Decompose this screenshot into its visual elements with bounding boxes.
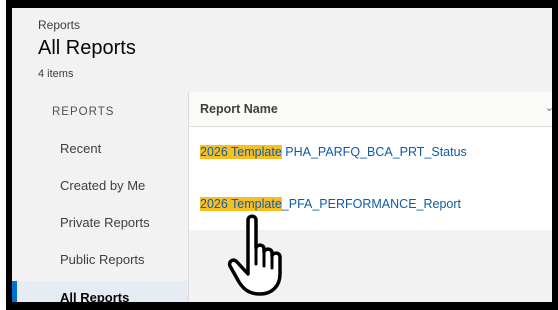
- report-name-rest: _PFA_PERFORMANCE_Report: [281, 197, 462, 211]
- page-header: Reports All Reports 4 items: [12, 8, 552, 93]
- sidebar-item-all-reports[interactable]: All Reports: [12, 281, 188, 302]
- report-link[interactable]: 2026 Template_PFA_PERFORMANCE_Report: [200, 197, 461, 211]
- sidebar-item-private-reports[interactable]: Private Reports: [12, 206, 188, 240]
- column-header-report-name[interactable]: Report Name ⌄: [189, 92, 552, 127]
- chevron-down-icon[interactable]: ⌄: [545, 101, 552, 114]
- page-title: All Reports: [38, 37, 136, 59]
- sidebar: REPORTS Recent Created by Me Private Rep…: [12, 92, 189, 302]
- sidebar-item-public-reports[interactable]: Public Reports: [12, 243, 188, 277]
- report-link[interactable]: 2026 Template PHA_PARFQ_BCA_PRT_Status: [200, 145, 467, 159]
- search-highlight: 2026 Template: [200, 197, 282, 211]
- hand-pointer-icon: [227, 214, 282, 296]
- sidebar-item-recent[interactable]: Recent: [12, 132, 188, 166]
- sidebar-item-created-by-me[interactable]: Created by Me: [12, 169, 188, 203]
- column-header-label: Report Name: [200, 102, 278, 116]
- search-highlight: 2026 Template: [200, 145, 282, 159]
- item-count: 4 items: [38, 68, 74, 80]
- table-row: 2026 Template PHA_PARFQ_BCA_PRT_Status: [189, 127, 552, 180]
- report-name-rest: PHA_PARFQ_BCA_PRT_Status: [281, 145, 467, 159]
- sidebar-heading: REPORTS: [52, 106, 115, 118]
- breadcrumb[interactable]: Reports: [38, 18, 80, 32]
